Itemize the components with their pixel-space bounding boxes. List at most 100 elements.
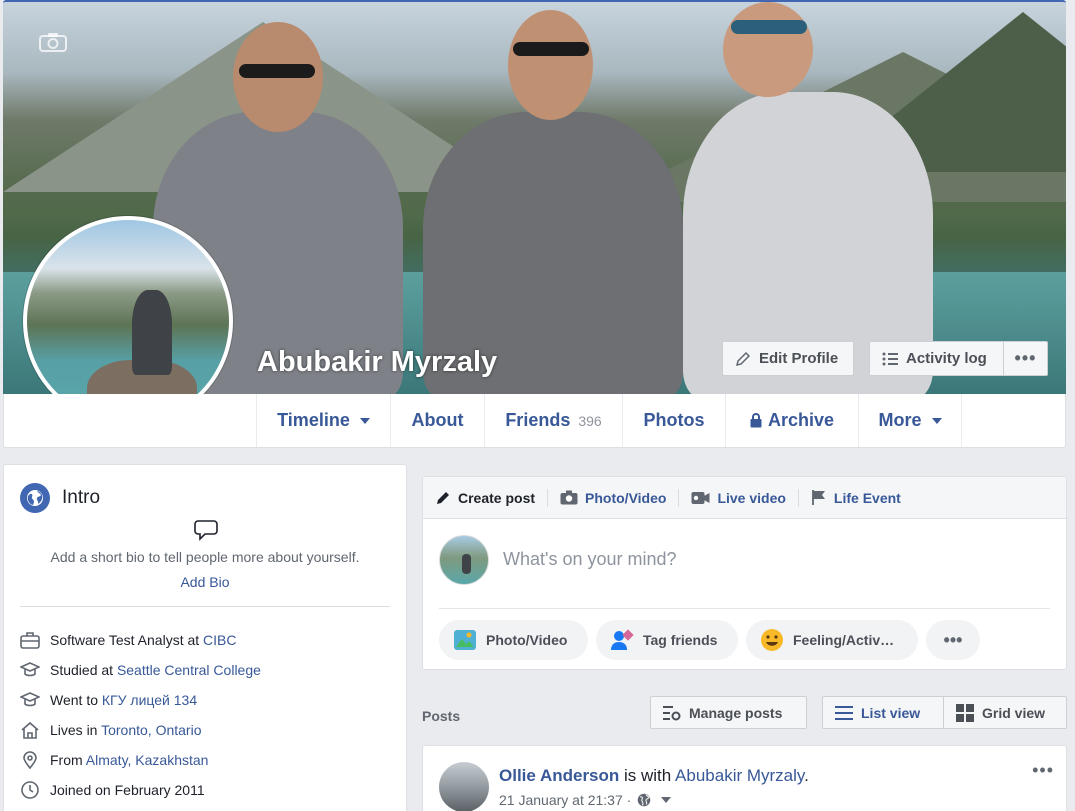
intro-item-school: Went to КГУ лицей 134	[20, 685, 392, 715]
grid-view-icon	[956, 703, 974, 722]
composer-avatar	[439, 535, 489, 585]
list-view-icon	[835, 705, 853, 720]
tab-photo-video[interactable]: Photo/Video	[560, 490, 678, 506]
intro-item-prefix: Studied at	[50, 662, 117, 678]
intro-item-lives: Lives in Toronto, Ontario	[20, 715, 392, 745]
feeling-activity-button[interactable]: Feeling/Activ…	[746, 620, 918, 660]
post-author-link[interactable]: Ollie Anderson	[499, 766, 619, 785]
cover-sunglasses-left	[239, 64, 315, 78]
intro-lives-link[interactable]: Toronto, Ontario	[101, 722, 201, 738]
intro-item-college: Studied at Seattle Central College	[20, 655, 392, 685]
edit-profile-label: Edit Profile	[759, 350, 839, 367]
tab-live-video[interactable]: Live video	[691, 490, 797, 506]
tab-friends[interactable]: Friends 396	[484, 394, 622, 447]
bio-prompt: Add a short bio to tell people more abou…	[50, 549, 360, 565]
tab-more[interactable]: More	[858, 394, 962, 447]
post-header: Ollie Anderson is with Abubakir Myrzaly.	[499, 766, 809, 786]
profile-name[interactable]: Abubakir Myrzaly	[257, 346, 497, 379]
post-tagged-link[interactable]: Abubakir Myrzaly	[675, 766, 804, 785]
intro-college-link[interactable]: Seattle Central College	[117, 662, 261, 678]
smiley-icon	[761, 629, 783, 651]
intro-list: Software Test Analyst at CIBC Studied at…	[20, 625, 392, 805]
manage-settings-icon	[663, 705, 681, 720]
list-view-label: List view	[861, 704, 921, 721]
tab-timeline-label: Timeline	[277, 410, 350, 430]
post-options-button[interactable]: •••	[1032, 760, 1054, 781]
caret-down-icon[interactable]	[661, 797, 672, 803]
list-view-button[interactable]: List view	[822, 696, 944, 729]
tag-friends-button[interactable]: Tag friends	[596, 620, 738, 660]
grid-view-button[interactable]: Grid view	[943, 696, 1067, 729]
tab-archive-label: Archive	[767, 410, 835, 430]
intro-item-prefix: Software Test Analyst at	[50, 632, 204, 648]
tab-photos-label: Photos	[643, 410, 705, 430]
grid-view-label: Grid view	[982, 704, 1046, 721]
camera-icon[interactable]	[39, 32, 67, 52]
tab-friends-label: Friends	[505, 410, 571, 430]
composer-input[interactable]: What's on your mind?	[503, 549, 677, 570]
tab-photo-video-label: Photo/Video	[585, 489, 667, 506]
intro-school-link[interactable]: КГУ лицей 134	[102, 692, 197, 708]
post-composer: Create post Photo/Video Live video Life …	[422, 476, 1067, 670]
intro-joined-text: Joined on February 2011	[50, 782, 205, 798]
tab-divider	[678, 488, 680, 507]
photo-icon	[454, 630, 476, 650]
photo-video-label: Photo/Video	[486, 632, 568, 648]
speech-bubble-icon	[194, 520, 218, 541]
composer-tabs: Create post Photo/Video Live video Life …	[423, 477, 1066, 519]
posts-heading: Posts	[422, 708, 461, 724]
tab-create-post[interactable]: Create post	[435, 490, 547, 506]
camera-icon	[560, 490, 578, 505]
composer-more-button[interactable]: •••	[926, 620, 980, 660]
avatar-person	[132, 290, 172, 375]
tab-life-event[interactable]: Life Event	[811, 489, 913, 506]
list-icon	[882, 352, 898, 365]
activity-log-label: Activity log	[906, 350, 987, 367]
profile-nav: Timeline About Friends 396 Photos Archiv…	[3, 394, 1066, 448]
house-icon	[21, 721, 39, 739]
intro-item-prefix: Went to	[50, 692, 102, 708]
composer-divider	[439, 608, 1050, 609]
caret-down-icon	[931, 417, 942, 424]
tab-divider	[547, 488, 549, 507]
profile-more-button[interactable]: •••	[1003, 341, 1048, 376]
intro-from-link[interactable]: Almaty, Kazakhstan	[86, 752, 209, 768]
cover-head-center	[508, 10, 593, 120]
tab-archive[interactable]: Archive	[725, 394, 858, 447]
intro-work-link[interactable]: CIBC	[203, 632, 236, 648]
tab-photos[interactable]: Photos	[622, 394, 725, 447]
intro-item-work: Software Test Analyst at CIBC	[20, 625, 392, 655]
cover-sunglasses-right	[731, 20, 807, 34]
intro-divider	[20, 606, 390, 607]
post-end-punct: .	[804, 766, 809, 785]
manage-posts-button[interactable]: Manage posts	[650, 696, 807, 729]
intro-item-prefix: From	[50, 752, 86, 768]
tab-more-label: More	[878, 410, 922, 430]
video-camera-icon	[691, 491, 710, 504]
post-meta: 21 January at 21:37 ·	[499, 792, 672, 808]
globe-icon	[20, 483, 50, 513]
tag-friends-icon	[611, 629, 634, 650]
tab-about[interactable]: About	[390, 394, 484, 447]
pencil-icon	[437, 491, 449, 504]
globe-icon[interactable]	[637, 793, 651, 807]
post-author-avatar[interactable]	[439, 762, 489, 811]
feeling-activity-label: Feeling/Activ…	[793, 632, 895, 648]
intro-item-joined: Joined on February 2011	[20, 775, 392, 805]
activity-log-button[interactable]: Activity log	[869, 341, 1003, 376]
tab-timeline[interactable]: Timeline	[256, 394, 390, 447]
post-card: Ollie Anderson is with Abubakir Myrzaly.…	[422, 745, 1067, 811]
post-date[interactable]: 21 January at 21:37 ·	[499, 792, 631, 808]
graduation-cap-icon	[20, 662, 40, 677]
intro-item-from: From Almaty, Kazakhstan	[20, 745, 392, 775]
photo-video-button[interactable]: Photo/Video	[439, 620, 588, 660]
intro-card: Intro Add a short bio to tell people mor…	[3, 464, 407, 811]
cover-sunglasses-center	[513, 42, 589, 56]
tab-life-event-label: Life Event	[833, 489, 901, 506]
tab-about-label: About	[411, 410, 464, 430]
edit-profile-button[interactable]: Edit Profile	[722, 341, 854, 376]
graduation-cap-icon	[20, 692, 40, 707]
add-bio-link[interactable]: Add Bio	[4, 574, 406, 590]
lock-icon	[750, 413, 762, 428]
tag-friends-label: Tag friends	[643, 632, 718, 648]
